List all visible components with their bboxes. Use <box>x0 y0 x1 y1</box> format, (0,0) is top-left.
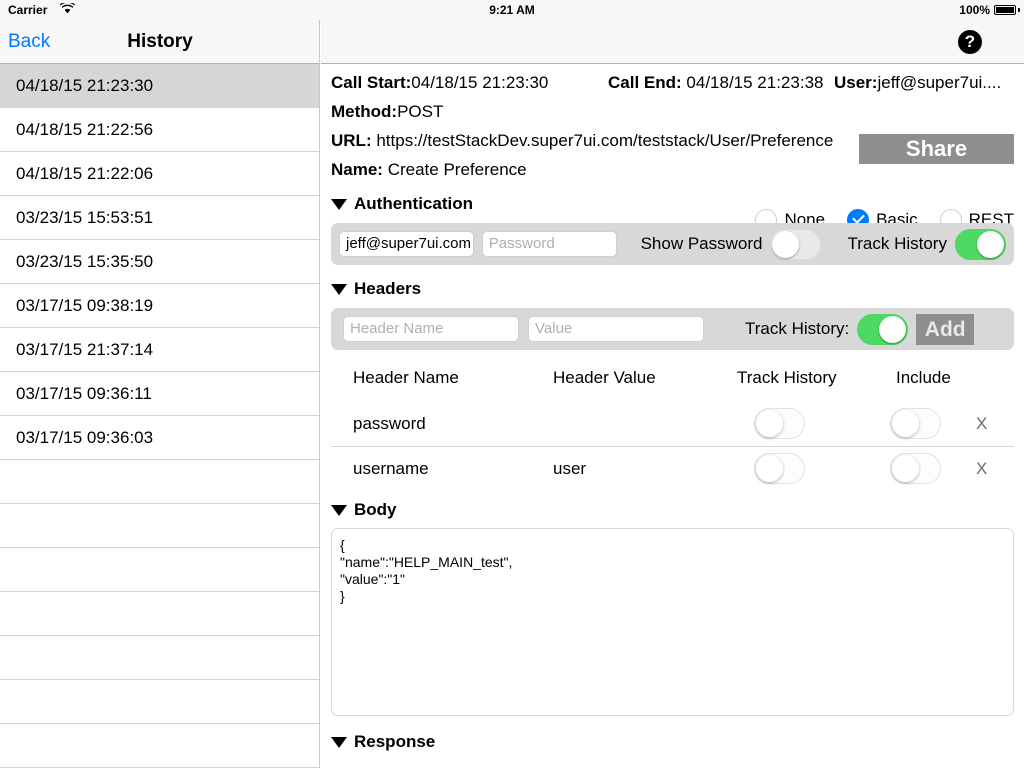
history-list: 04/18/15 21:23:30 04/18/15 21:22:56 04/18/… <box>0 64 319 768</box>
response-section-header: Response <box>331 732 1014 752</box>
battery-cap <box>1018 8 1020 12</box>
detail-top-bar: ? <box>321 20 1024 64</box>
history-list-item-empty <box>0 548 319 592</box>
sidebar-title: History <box>127 31 193 52</box>
clock-label: 9:21 AM <box>489 3 535 17</box>
body-title[interactable]: Body <box>354 500 397 520</box>
history-list-item-empty <box>0 504 319 548</box>
name-value: Create Preference <box>387 160 527 179</box>
status-bar: Carrier 9:21 AM 100% <box>0 0 1024 20</box>
column-header-value: Header Value <box>553 368 656 387</box>
header-row-delete-button[interactable]: X <box>976 414 987 434</box>
auth-credentials-panel: jeff@super7ui.com Password Show Password… <box>331 223 1014 265</box>
call-end-group: Call End: 04/18/15 21:23:38 <box>608 73 823 93</box>
header-row-delete-button[interactable]: X <box>976 459 987 479</box>
history-sidebar: Back History 04/18/15 21:23:30 04/18/15 2… <box>0 20 320 768</box>
header-add-panel: Header Name Value Track History: Add <box>331 308 1014 350</box>
detail-pane: ? Call Start:04/18/15 21:23:30 Call End:… <box>321 20 1024 768</box>
history-list-item[interactable]: 03/17/15 09:36:03 <box>0 416 319 460</box>
call-meta-line: Call Start:04/18/15 21:23:30 Call End: 0… <box>331 73 1014 93</box>
body-section-header: Body <box>331 500 1014 520</box>
detail-content: Call Start:04/18/15 21:23:30 Call End: 0… <box>321 73 1024 752</box>
user-label: User: <box>834 73 878 92</box>
header-track-history-label: Track History: <box>745 319 850 338</box>
disclosure-triangle-icon[interactable] <box>331 198 347 210</box>
column-header-name: Header Name <box>353 368 459 387</box>
method-value: POST <box>397 102 444 121</box>
header-name-input[interactable]: Header Name <box>343 316 519 342</box>
method-label: Method: <box>331 102 398 121</box>
header-value-input[interactable]: Value <box>528 316 704 342</box>
url-value: https://testStackDev.super7ui.com/testst… <box>376 131 834 150</box>
url-label: URL: <box>331 131 372 150</box>
history-list-item[interactable]: 03/17/15 21:37:14 <box>0 328 319 372</box>
toggle-knob <box>892 455 919 482</box>
column-header-include: Include <box>896 368 951 387</box>
toggle-knob <box>879 315 907 343</box>
call-start-value: 04/18/15 21:23:30 <box>411 73 549 92</box>
toggle-knob <box>756 455 783 482</box>
request-body-textarea[interactable]: { "name":"HELP_MAIN_test", "value":"1" } <box>331 528 1014 716</box>
history-list-item[interactable]: 03/17/15 09:36:11 <box>0 372 319 416</box>
headers-section-header: Headers <box>331 279 1014 299</box>
call-end-value: 04/18/15 21:23:38 <box>686 73 824 92</box>
battery-full-icon <box>994 5 1016 15</box>
history-list-item-empty <box>0 724 319 768</box>
url-line: URL: https://testStackDev.super7ui.com/t… <box>331 131 1014 151</box>
table-row: username user X <box>331 446 1014 490</box>
column-header-track-history: Track History <box>737 368 837 387</box>
header-track-history-toggle[interactable] <box>857 313 909 345</box>
header-row-track-toggle[interactable] <box>754 453 805 484</box>
auth-username-input[interactable]: jeff@super7ui.com <box>339 231 474 257</box>
auth-password-input[interactable]: Password <box>481 231 617 257</box>
battery-percent-label: 100% <box>959 3 990 17</box>
headers-table: Header Name Header Value Track History I… <box>331 358 1014 490</box>
help-icon[interactable]: ? <box>958 30 982 54</box>
disclosure-triangle-icon[interactable] <box>331 504 347 516</box>
history-list-item[interactable]: 04/18/15 21:22:56 <box>0 108 319 152</box>
history-list-item[interactable]: 03/17/15 09:38:19 <box>0 284 319 328</box>
history-list-item[interactable]: 03/23/15 15:35:50 <box>0 240 319 284</box>
show-password-label: Show Password <box>640 234 763 253</box>
sidebar-nav-bar: Back History <box>0 20 319 64</box>
toggle-knob <box>772 230 800 258</box>
name-line: Name: Create Preference <box>331 160 1014 180</box>
response-title[interactable]: Response <box>354 732 435 752</box>
headers-title[interactable]: Headers <box>354 279 421 299</box>
auth-track-history-label: Track History <box>847 234 947 253</box>
authentication-title[interactable]: Authentication <box>354 194 473 214</box>
call-start-label: Call Start: <box>331 73 412 92</box>
history-list-item[interactable]: 04/18/15 21:22:06 <box>0 152 319 196</box>
header-row-track-toggle[interactable] <box>754 408 805 439</box>
header-row-value: user <box>553 459 587 478</box>
header-row-name: username <box>353 459 429 478</box>
header-row-include-toggle[interactable] <box>890 453 941 484</box>
header-row-include-toggle[interactable] <box>890 408 941 439</box>
user-group: User:jeff@super7ui.... <box>834 73 1001 93</box>
toggle-knob <box>976 230 1004 258</box>
app-root: Carrier 9:21 AM 100% Back History 04/18/… <box>0 0 1024 768</box>
disclosure-triangle-icon[interactable] <box>331 283 347 295</box>
method-line: Method:POST Share <box>331 102 1014 164</box>
user-value: jeff@super7ui.... <box>877 73 1002 92</box>
history-list-item[interactable]: 04/18/15 21:23:30 <box>0 64 319 108</box>
headers-table-header-row: Header Name Header Value Track History I… <box>331 358 1014 402</box>
show-password-toggle[interactable] <box>770 228 822 260</box>
history-list-item-empty <box>0 460 319 504</box>
auth-track-history-toggle[interactable] <box>954 228 1006 260</box>
toggle-knob <box>892 410 919 437</box>
name-label: Name: <box>331 160 383 179</box>
history-list-item-empty <box>0 636 319 680</box>
history-list-item[interactable]: 03/23/15 15:53:51 <box>0 196 319 240</box>
add-header-button[interactable]: Add <box>916 313 975 345</box>
table-row: password X <box>331 402 1014 446</box>
history-list-item-empty <box>0 592 319 636</box>
history-list-item-empty <box>0 680 319 724</box>
call-end-label: Call End: <box>608 73 682 92</box>
disclosure-triangle-icon[interactable] <box>331 736 347 748</box>
toggle-knob <box>756 410 783 437</box>
header-row-name: password <box>353 414 426 433</box>
